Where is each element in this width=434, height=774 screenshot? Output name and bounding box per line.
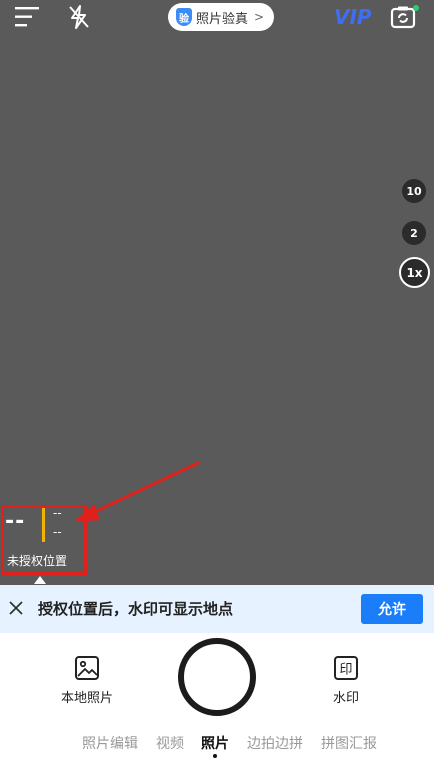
mode-photo[interactable]: 照片 [201,733,229,753]
photo-verify-button[interactable]: 验 照片验真 > [168,3,275,31]
local-photos-button[interactable]: 本地照片 [56,655,118,706]
chevron-right-icon: > [254,10,265,24]
watermark-label: 水印 [332,691,359,706]
zoom-10-button[interactable]: 10 [402,179,426,203]
shutter-button[interactable] [178,638,256,716]
local-photos-label: 本地照片 [60,691,113,706]
photo-verify-label: 照片验真 [196,11,249,27]
shield-icon: 验 [176,8,192,26]
image-icon [75,656,99,680]
permission-message: 授权位置后，水印可显示地点 [38,600,234,618]
mode-shoot-and-stitch[interactable]: 边拍边拼 [247,733,303,753]
mode-video[interactable]: 视频 [156,733,184,753]
menu-icon[interactable] [14,4,40,30]
svg-text:印: 印 [339,663,352,678]
annotation-arrow-icon [74,460,201,522]
active-mode-indicator [213,754,217,758]
allow-button[interactable]: 允许 [361,594,423,624]
close-icon[interactable] [8,600,24,616]
flash-off-icon[interactable] [66,4,92,30]
notification-dot [413,5,419,11]
stamp-icon: 印 [334,656,358,680]
zoom-1x-button[interactable]: 1x [399,257,430,288]
watermark-pointer [34,576,46,584]
watermark-button[interactable]: 印 水印 [324,655,368,706]
mode-collage-report[interactable]: 拼图汇报 [321,733,377,753]
vip-button[interactable]: VIP [334,5,372,29]
mode-photo-edit[interactable]: 照片编辑 [82,733,138,753]
zoom-2-button[interactable]: 2 [402,221,426,245]
